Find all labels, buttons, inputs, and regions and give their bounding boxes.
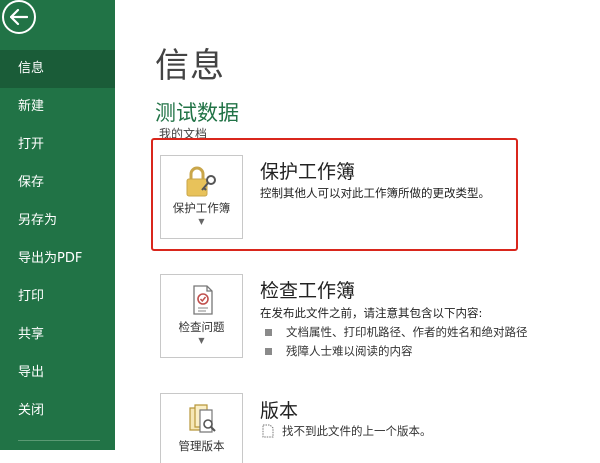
chevron-down-icon: ▼	[198, 217, 205, 226]
nav-item-print[interactable]: 打印	[0, 278, 115, 316]
document-name: 测试数据	[155, 101, 239, 125]
chevron-down-icon: ▼	[198, 336, 205, 345]
inspect-bullet-text: 残障人士难以阅读的内容	[286, 344, 413, 358]
inspect-title: 检查工作簿	[260, 280, 356, 302]
inspect-document-icon	[192, 285, 213, 315]
protect-button-label: 保护工作簿	[172, 201, 231, 215]
versions-note-row: 找不到此文件的上一个版本。	[262, 423, 432, 439]
nav-item-export-pdf[interactable]: 导出为PDF	[0, 240, 115, 278]
check-issues-label: 检查问题	[178, 320, 225, 334]
nav-item-close[interactable]: 关闭	[0, 392, 115, 430]
list-item: 残障人士难以阅读的内容	[265, 343, 413, 359]
info-panel: 信息 测试数据 我的文档 保护工作簿 ▼ 保护工作簿 控制其他人可以对此工作簿所…	[115, 0, 600, 463]
protect-title: 保护工作簿	[260, 161, 356, 183]
list-item: 文档属性、打印机路径、作者的姓名和绝对路径	[265, 324, 528, 340]
nav-item-share[interactable]: 共享	[0, 316, 115, 354]
backstage-nav: 信息 新建 打开 保存 另存为 导出为PDF 打印 共享 导出 关闭	[0, 50, 115, 430]
check-issues-button[interactable]: 检查问题 ▼	[160, 274, 243, 358]
lock-key-icon	[186, 166, 216, 197]
versions-note: 找不到此文件的上一个版本。	[282, 424, 432, 438]
inspect-bullet-text: 文档属性、打印机路径、作者的姓名和绝对路径	[286, 325, 528, 339]
version-documents-icon	[188, 404, 216, 433]
manage-versions-button[interactable]: 管理版本	[160, 393, 243, 463]
protect-description: 控制其他人可以对此工作簿所做的更改类型。	[260, 186, 490, 200]
manage-versions-label: 管理版本	[178, 439, 225, 453]
inspect-description: 在发布此文件之前，请注意其包含以下内容:	[260, 306, 483, 320]
page-title: 信息	[155, 46, 225, 86]
bullet-square-icon	[265, 328, 272, 336]
nav-item-save[interactable]: 保存	[0, 164, 115, 202]
versions-title: 版本	[260, 400, 299, 422]
backstage-sidebar: 信息 新建 打开 保存 另存为 导出为PDF 打印 共享 导出 关闭	[0, 0, 115, 450]
bullet-square-icon	[265, 347, 272, 355]
nav-item-new[interactable]: 新建	[0, 88, 115, 126]
nav-item-save-as[interactable]: 另存为	[0, 202, 115, 240]
document-icon	[262, 424, 274, 438]
protect-workbook-button[interactable]: 保护工作簿 ▼	[160, 155, 243, 239]
back-arrow-icon[interactable]	[2, 0, 36, 34]
nav-item-export[interactable]: 导出	[0, 354, 115, 392]
nav-item-info[interactable]: 信息	[0, 50, 115, 88]
nav-divider	[18, 440, 100, 441]
nav-item-open[interactable]: 打开	[0, 126, 115, 164]
